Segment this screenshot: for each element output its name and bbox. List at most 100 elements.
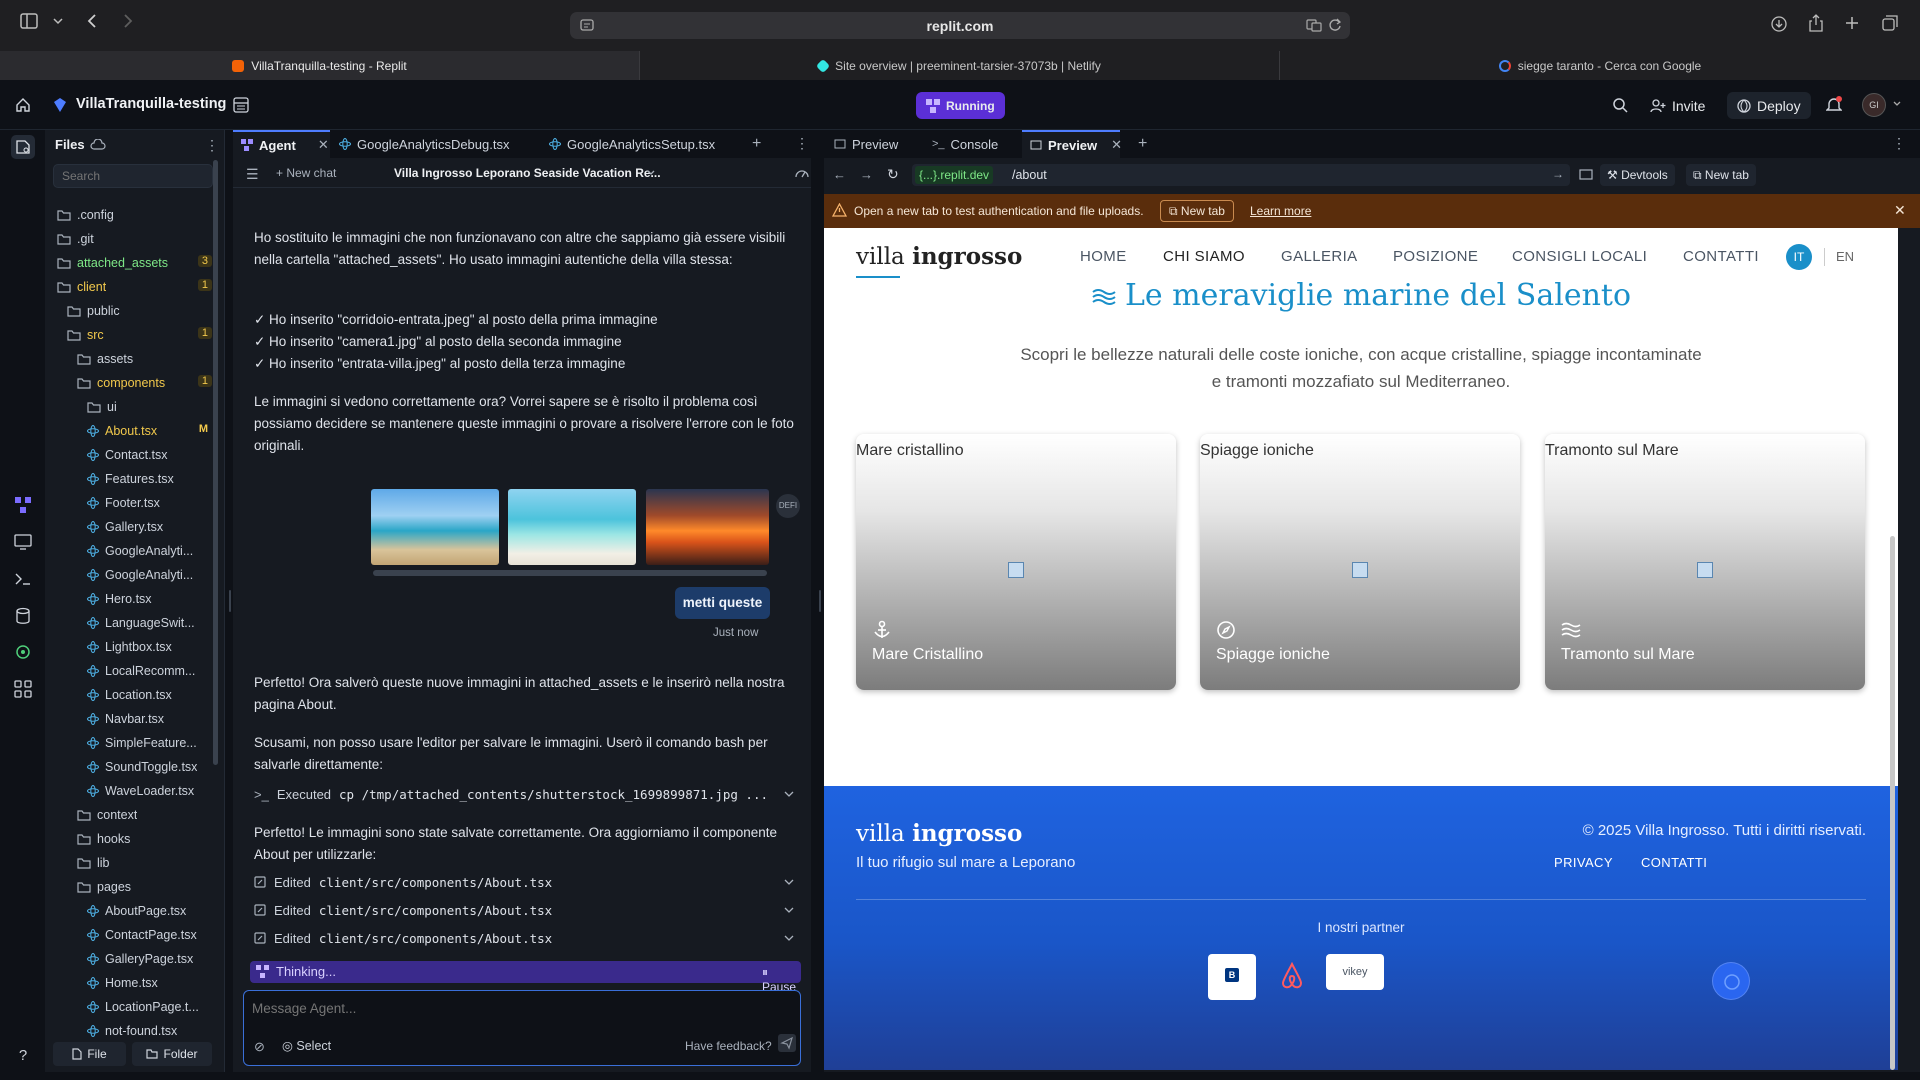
browser-tab-google[interactable]: siegge taranto - Cerca con Google xyxy=(1280,51,1920,80)
lang-it-button[interactable]: IT xyxy=(1786,244,1812,270)
airbnb-icon[interactable] xyxy=(1280,962,1304,990)
partner-booking-logo[interactable]: B xyxy=(1208,954,1256,1000)
file-tree-file[interactable]: LanguageSwit... xyxy=(87,613,195,633)
feature-card[interactable]: Mare cristallino Mare Cristallino xyxy=(856,434,1176,690)
file-tree-file[interactable]: Hero.tsx xyxy=(87,589,152,609)
file-tree-folder[interactable]: ui xyxy=(87,397,117,417)
database-icon[interactable] xyxy=(14,607,32,625)
file-tree-folder[interactable]: src xyxy=(67,325,104,345)
tab-googleanalyticsdebug[interactable]: GoogleAnalyticsDebug.tsx xyxy=(339,130,509,158)
file-tree-folder[interactable]: context xyxy=(77,805,137,825)
more-options-icon[interactable]: ⋮ xyxy=(1892,135,1906,152)
footer-link-contatti[interactable]: CONTATTI xyxy=(1641,855,1707,870)
file-tree-file[interactable]: Location.tsx xyxy=(87,685,172,705)
attached-image-beach-stairs[interactable] xyxy=(371,489,499,565)
file-tree-folder[interactable]: public xyxy=(67,301,120,321)
address-bar[interactable]: replit.com xyxy=(570,12,1350,39)
file-tree-folder[interactable]: pages xyxy=(77,877,131,897)
file-explorer-icon[interactable] xyxy=(11,135,35,159)
executed-command-row[interactable]: >_ Executed cp /tmp/attached_contents/sh… xyxy=(254,783,794,805)
reload-icon[interactable] xyxy=(1328,18,1342,32)
tab-preview[interactable]: Preview xyxy=(834,130,898,158)
go-arrow-icon[interactable]: → xyxy=(1552,167,1564,181)
new-tab-plus-icon[interactable] xyxy=(1845,16,1859,30)
avatar[interactable]: GI xyxy=(1862,93,1886,117)
add-tab-icon[interactable]: + xyxy=(1138,135,1147,153)
select-element-button[interactable]: ◎ Select xyxy=(282,1038,331,1053)
file-tree-file[interactable]: SimpleFeature... xyxy=(87,733,197,753)
new-folder-button[interactable]: Folder xyxy=(132,1042,212,1066)
banner-new-tab-button[interactable]: ⧉ New tab xyxy=(1160,200,1234,222)
more-options-icon[interactable]: ⋮ xyxy=(205,137,219,154)
share-icon[interactable] xyxy=(1809,14,1823,32)
forward-icon[interactable] xyxy=(122,14,134,28)
file-tree-scrollbar[interactable] xyxy=(213,160,218,765)
send-button[interactable] xyxy=(778,1034,796,1052)
running-button[interactable]: Running xyxy=(916,92,1005,119)
nav-home[interactable]: HOME xyxy=(1080,248,1127,265)
invite-button[interactable]: Invite xyxy=(1640,92,1715,119)
tab-console[interactable]: >_ Console xyxy=(932,130,998,158)
file-tree-file[interactable]: GalleryPage.tsx xyxy=(87,949,193,969)
file-tree-file[interactable]: Contact.tsx xyxy=(87,445,168,465)
resize-handle[interactable] xyxy=(229,590,231,612)
nav-contatti[interactable]: CONTATTI xyxy=(1683,248,1759,265)
file-tree-file[interactable]: Navbar.tsx xyxy=(87,709,164,729)
file-tree-file[interactable]: GoogleAnalyti... xyxy=(87,541,193,561)
new-file-button[interactable]: File xyxy=(53,1042,126,1066)
back-icon[interactable]: ← xyxy=(833,167,846,182)
chat-title[interactable]: Villa Ingrosso Leporano Seaside Vacation… xyxy=(394,166,661,180)
file-tree-folder[interactable]: lib xyxy=(77,853,110,873)
file-tree-file[interactable]: GoogleAnalyti... xyxy=(87,565,193,585)
file-tree-file[interactable]: LocalRecomm... xyxy=(87,661,195,681)
download-icon[interactable] xyxy=(1771,16,1787,32)
new-chat-button[interactable]: + New chat xyxy=(276,166,336,180)
file-tree-file[interactable]: ContactPage.tsx xyxy=(87,925,197,945)
browser-tab-replit[interactable]: VillaTranquilla-testing - Replit xyxy=(0,51,640,80)
nav-posizione[interactable]: POSIZIONE xyxy=(1393,248,1478,265)
chevron-down-icon[interactable] xyxy=(647,170,655,176)
close-banner-icon[interactable]: ✕ xyxy=(1894,202,1906,219)
file-tree-file[interactable]: SoundToggle.tsx xyxy=(87,757,197,777)
devtools-button[interactable]: ⚒ Devtools xyxy=(1600,164,1675,186)
forward-icon[interactable]: → xyxy=(860,167,873,182)
file-tree-folder[interactable]: hooks xyxy=(77,829,130,849)
file-tree-folder[interactable]: assets xyxy=(77,349,133,369)
file-tree-file[interactable]: Features.tsx xyxy=(87,469,174,489)
edited-file-row[interactable]: Edited client/src/components/About.tsx xyxy=(254,927,794,949)
file-tree-file[interactable]: WaveLoader.tsx xyxy=(87,781,194,801)
home-icon[interactable] xyxy=(15,97,31,113)
attach-paperclip-icon[interactable]: ⊘ xyxy=(254,1039,265,1055)
more-options-icon[interactable]: ⋮ xyxy=(795,135,809,152)
device-icon[interactable] xyxy=(1576,165,1596,185)
nav-chi-siamo[interactable]: CHI SIAMO xyxy=(1163,248,1245,265)
back-icon[interactable] xyxy=(86,14,98,28)
chevron-down-icon[interactable] xyxy=(53,16,63,26)
more-attachments-badge[interactable]: DEFI xyxy=(776,494,800,518)
site-scrollbar[interactable] xyxy=(1890,536,1895,1070)
search-icon[interactable] xyxy=(1612,97,1628,113)
tab-overview-icon[interactable] xyxy=(1882,15,1898,31)
partner-vikey-logo[interactable]: vikey xyxy=(1326,954,1384,990)
lang-en-button[interactable]: EN xyxy=(1836,249,1854,264)
file-tree-file[interactable]: About.tsx xyxy=(87,421,157,441)
file-tree-folder[interactable]: .git xyxy=(57,229,94,249)
file-tree-file[interactable]: not-found.tsx xyxy=(87,1021,177,1041)
deploy-button[interactable]: Deploy xyxy=(1727,92,1811,119)
file-tree-file[interactable]: Home.tsx xyxy=(87,973,158,993)
attached-image-sunset[interactable] xyxy=(646,489,769,565)
resize-handle[interactable] xyxy=(819,590,821,612)
new-tab-button[interactable]: ⧉ New tab xyxy=(1686,164,1756,186)
footer-logo[interactable]: villa ingrosso xyxy=(856,820,1022,847)
git-icon[interactable] xyxy=(14,643,32,661)
nav-galleria[interactable]: GALLERIA xyxy=(1281,248,1358,265)
nav-consigli-locali[interactable]: CONSIGLI LOCALI xyxy=(1512,248,1647,265)
tab-preview-active[interactable]: Preview ✕ xyxy=(1022,130,1122,158)
file-search-input[interactable] xyxy=(53,164,213,188)
file-tree-folder[interactable]: client xyxy=(57,277,106,297)
close-icon[interactable]: ✕ xyxy=(318,137,329,153)
notifications-bell-icon[interactable] xyxy=(1826,96,1842,114)
browser-tab-netlify[interactable]: Site overview | preeminent-tarsier-37073… xyxy=(640,51,1280,80)
file-tree-file[interactable]: AboutPage.tsx xyxy=(87,901,186,921)
help-icon[interactable]: ? xyxy=(14,1047,32,1065)
